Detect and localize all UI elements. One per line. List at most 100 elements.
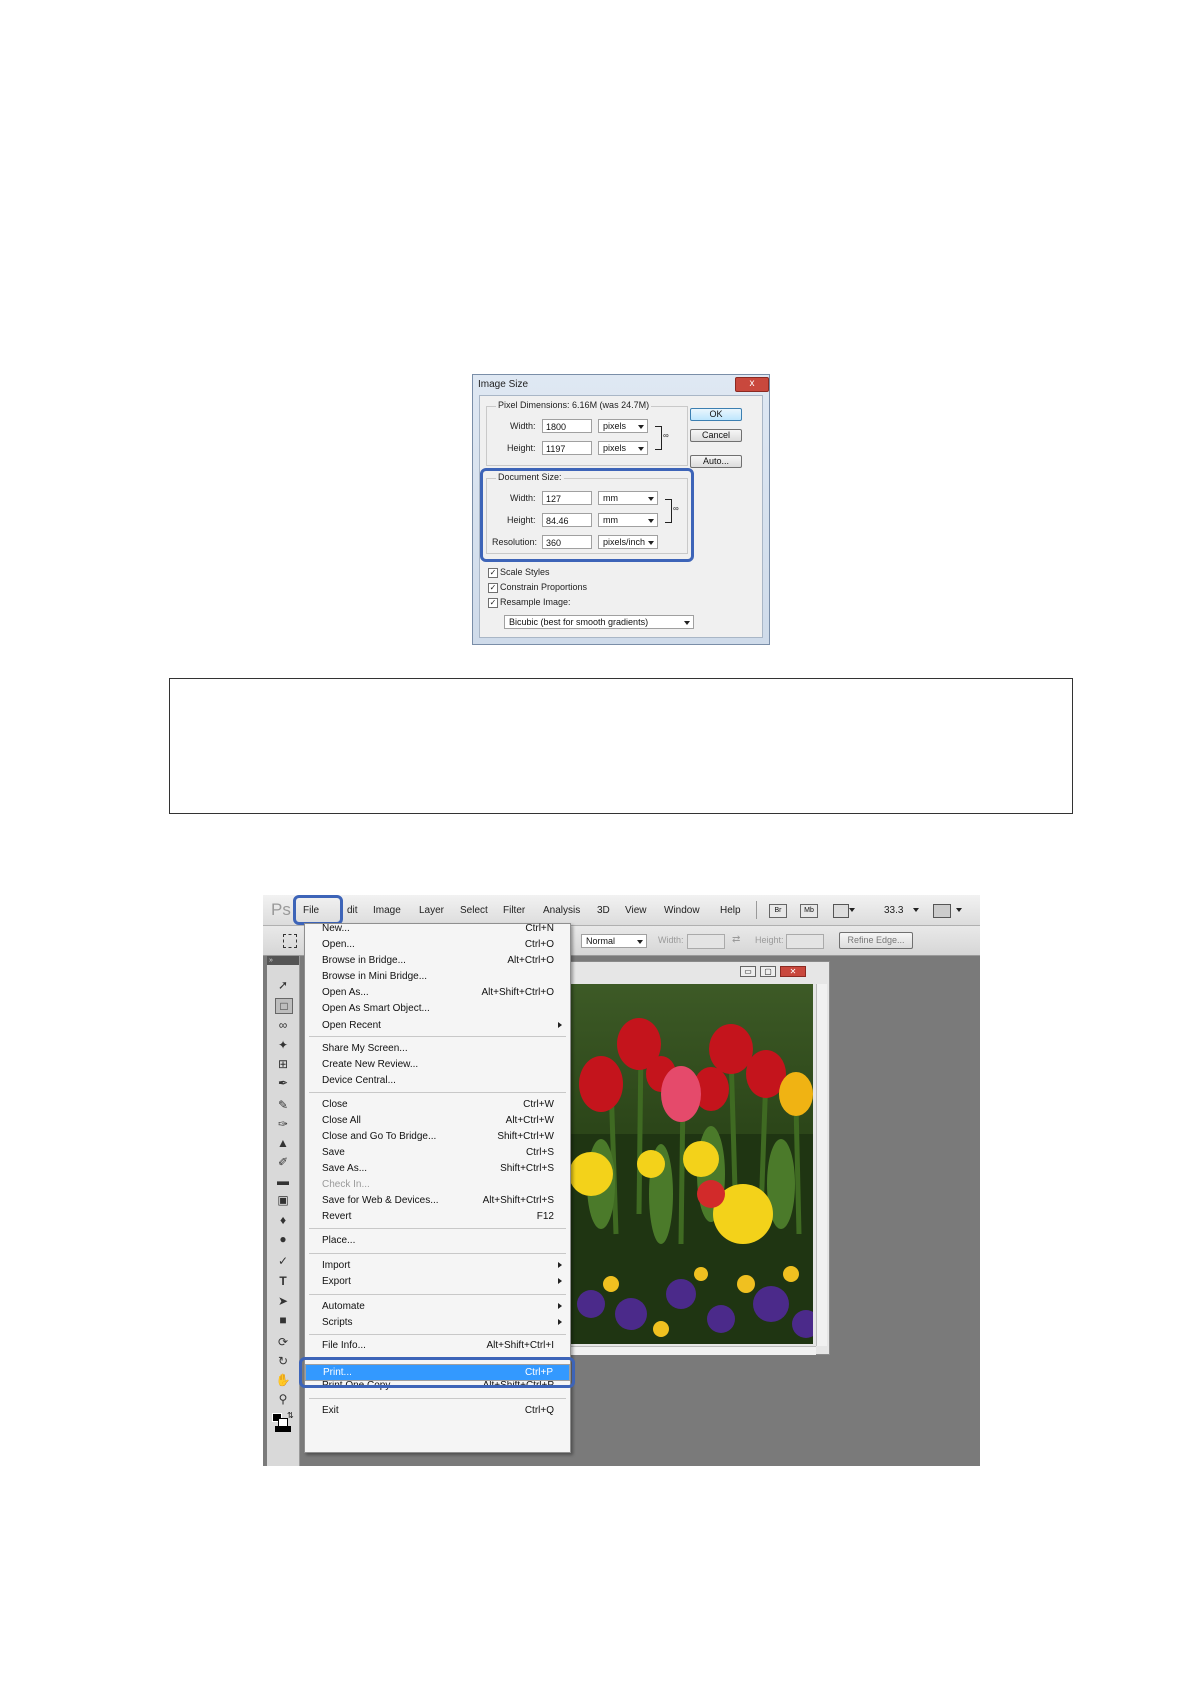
history-brush-tool-icon[interactable]: ✐ xyxy=(275,1155,291,1169)
path-selection-tool-icon[interactable]: ➤ xyxy=(275,1294,291,1308)
menu-item-place[interactable]: Place... xyxy=(305,1233,570,1249)
arrange-documents-icon[interactable] xyxy=(933,904,951,918)
dialog-body: Pixel Dimensions: 6.16M (was 24.7M) Widt… xyxy=(479,395,763,638)
swap-icon[interactable]: ⇄ xyxy=(732,934,740,945)
dodge-tool-icon[interactable]: ● xyxy=(275,1232,291,1246)
menu-layer[interactable]: Layer xyxy=(419,905,444,916)
menu-item-share-my-screen[interactable]: Share My Screen... xyxy=(305,1041,570,1057)
menu-item-close[interactable]: Close Ctrl+W xyxy=(305,1097,570,1113)
menu-item-file-info[interactable]: File Info... Alt+Shift+Ctrl+I xyxy=(305,1338,570,1354)
dialog-close-button[interactable]: x xyxy=(735,377,769,392)
menu-item-device-central[interactable]: Device Central... xyxy=(305,1073,570,1089)
menu-item-exit[interactable]: Exit Ctrl+Q xyxy=(305,1403,570,1419)
quick-selection-tool-icon[interactable]: ✦ xyxy=(275,1038,291,1052)
menu-item-open[interactable]: Open... Ctrl+O xyxy=(305,937,570,953)
minimize-window-button[interactable]: ▭ xyxy=(740,966,756,977)
scale-styles-checkbox[interactable]: ✓ xyxy=(488,568,498,578)
menu-item-export[interactable]: Export xyxy=(305,1274,570,1290)
height-input[interactable] xyxy=(786,934,824,949)
eyedropper-tool-icon[interactable]: ✒ xyxy=(275,1076,291,1090)
menu-item-create-new-review[interactable]: Create New Review... xyxy=(305,1057,570,1073)
menu-item-revert[interactable]: Revert F12 xyxy=(305,1209,570,1225)
menu-help[interactable]: Help xyxy=(720,905,741,916)
menu-item-browse-in-mini-bridge[interactable]: Browse in Mini Bridge... xyxy=(305,969,570,985)
zoom-tool-icon[interactable]: ⚲ xyxy=(275,1392,291,1406)
menu-item-close-all[interactable]: Close All Alt+Ctrl+W xyxy=(305,1113,570,1129)
dialog-title: Image Size xyxy=(478,379,529,390)
width-label: Width: xyxy=(658,935,684,945)
tulip-photo xyxy=(571,984,813,1344)
3d-orbit-tool-icon[interactable]: ↻ xyxy=(275,1354,291,1368)
brush-tool-icon[interactable]: ✑ xyxy=(275,1117,291,1131)
menu-filter[interactable]: Filter xyxy=(503,905,525,916)
ok-button[interactable]: OK xyxy=(690,408,742,421)
horizontal-scrollbar[interactable] xyxy=(571,1346,816,1355)
lasso-tool-icon[interactable]: ∞ xyxy=(275,1018,291,1032)
menu-item-browse-in-bridge[interactable]: Browse in Bridge... Alt+Ctrl+O xyxy=(305,953,570,969)
pen-tool-icon[interactable]: ✓ xyxy=(275,1254,291,1268)
healing-brush-tool-icon[interactable]: ✎ xyxy=(275,1098,291,1112)
menu-item-open-as[interactable]: Open As... Alt+Shift+Ctrl+O xyxy=(305,985,570,1001)
quick-mask-icon[interactable] xyxy=(275,1426,291,1432)
width-input[interactable] xyxy=(687,934,725,949)
bridge-button[interactable]: Br xyxy=(769,904,787,918)
refine-edge-button[interactable]: Refine Edge... xyxy=(839,932,913,949)
auto-button[interactable]: Auto... xyxy=(690,455,742,468)
menu-item-open-recent[interactable]: Open Recent xyxy=(305,1018,570,1034)
menu-item-save-for-web[interactable]: Save for Web & Devices... Alt+Shift+Ctrl+… xyxy=(305,1193,570,1209)
resample-method-select[interactable]: Bicubic (best for smooth gradients) xyxy=(504,615,694,629)
clone-stamp-tool-icon[interactable]: ▲ xyxy=(275,1136,291,1150)
shape-tool-icon[interactable]: ■ xyxy=(275,1313,291,1327)
chevron-down-icon xyxy=(913,908,919,912)
3d-rotate-tool-icon[interactable]: ⟳ xyxy=(275,1335,291,1349)
eraser-tool-icon[interactable]: ▬ xyxy=(275,1174,291,1188)
menu-item-close-and-go-to-bridge[interactable]: Close and Go To Bridge... Shift+Ctrl+W xyxy=(305,1129,570,1145)
gradient-tool-icon[interactable]: ▣ xyxy=(275,1193,291,1207)
resample-image-checkbox[interactable]: ✓ xyxy=(488,598,498,608)
rectangular-marquee-tool-icon[interactable]: □ xyxy=(275,998,293,1014)
move-tool-icon[interactable]: ➚ xyxy=(275,978,291,992)
menu-separator xyxy=(309,1334,566,1335)
menu-image[interactable]: Image xyxy=(373,905,401,916)
menu-window[interactable]: Window xyxy=(664,905,700,916)
pixel-height-input[interactable]: 1197 xyxy=(542,441,592,455)
pixel-dimensions-label: Pixel Dimensions: 6.16M (was 24.7M) xyxy=(496,400,652,410)
menu-item-open-as-smart-object[interactable]: Open As Smart Object... xyxy=(305,1001,570,1017)
hand-tool-icon[interactable]: ✋ xyxy=(275,1373,291,1387)
swap-colors-icon[interactable]: ⇅ xyxy=(287,1411,294,1420)
vertical-scrollbar[interactable] xyxy=(816,984,827,1346)
menu-item-save[interactable]: Save Ctrl+S xyxy=(305,1145,570,1161)
style-select[interactable]: Normal xyxy=(581,934,647,948)
menu-item-automate[interactable]: Automate xyxy=(305,1299,570,1315)
menu-edit[interactable]: dit xyxy=(347,905,358,916)
image-size-dialog: Image Size x Pixel Dimensions: 6.16M (wa… xyxy=(472,374,770,645)
menu-item-scripts[interactable]: Scripts xyxy=(305,1315,570,1331)
file-menu-dropdown: New... Ctrl+N Open... Ctrl+O Browse in Bri… xyxy=(299,921,575,1453)
zoom-level[interactable]: 33.3 xyxy=(884,905,903,916)
type-tool-icon[interactable]: T xyxy=(275,1274,291,1288)
panel-collapse-icon[interactable]: » xyxy=(267,956,299,965)
pixel-height-unit-select[interactable]: pixels xyxy=(598,441,648,455)
close-window-button[interactable]: ✕ xyxy=(780,966,806,977)
document-window: ▭ ▢ ✕ xyxy=(567,961,830,1355)
blur-tool-icon[interactable]: ♦ xyxy=(275,1213,291,1227)
mini-bridge-button[interactable]: Mb xyxy=(800,904,818,918)
constrain-proportions-checkbox[interactable]: ✓ xyxy=(488,583,498,593)
menu-view[interactable]: View xyxy=(625,905,647,916)
tulip-photo-image xyxy=(571,984,813,1344)
document-size-highlight xyxy=(480,468,694,562)
pixel-width-unit-select[interactable]: pixels xyxy=(598,419,648,433)
menu-separator xyxy=(309,1092,566,1093)
print-item-highlight xyxy=(299,1357,575,1388)
menu-item-new[interactable]: New... Ctrl+N xyxy=(305,921,570,937)
cancel-button[interactable]: Cancel xyxy=(690,429,742,442)
menu-3d[interactable]: 3D xyxy=(597,905,610,916)
view-extras-icon[interactable] xyxy=(833,904,849,918)
menu-select[interactable]: Select xyxy=(460,905,488,916)
pixel-width-input[interactable]: 1800 xyxy=(542,419,592,433)
menu-analysis[interactable]: Analysis xyxy=(543,905,580,916)
menu-item-import[interactable]: Import xyxy=(305,1258,570,1274)
crop-tool-icon[interactable]: ⊞ xyxy=(275,1057,291,1071)
menu-item-save-as[interactable]: Save As... Shift+Ctrl+S xyxy=(305,1161,570,1177)
restore-window-button[interactable]: ▢ xyxy=(760,966,776,977)
